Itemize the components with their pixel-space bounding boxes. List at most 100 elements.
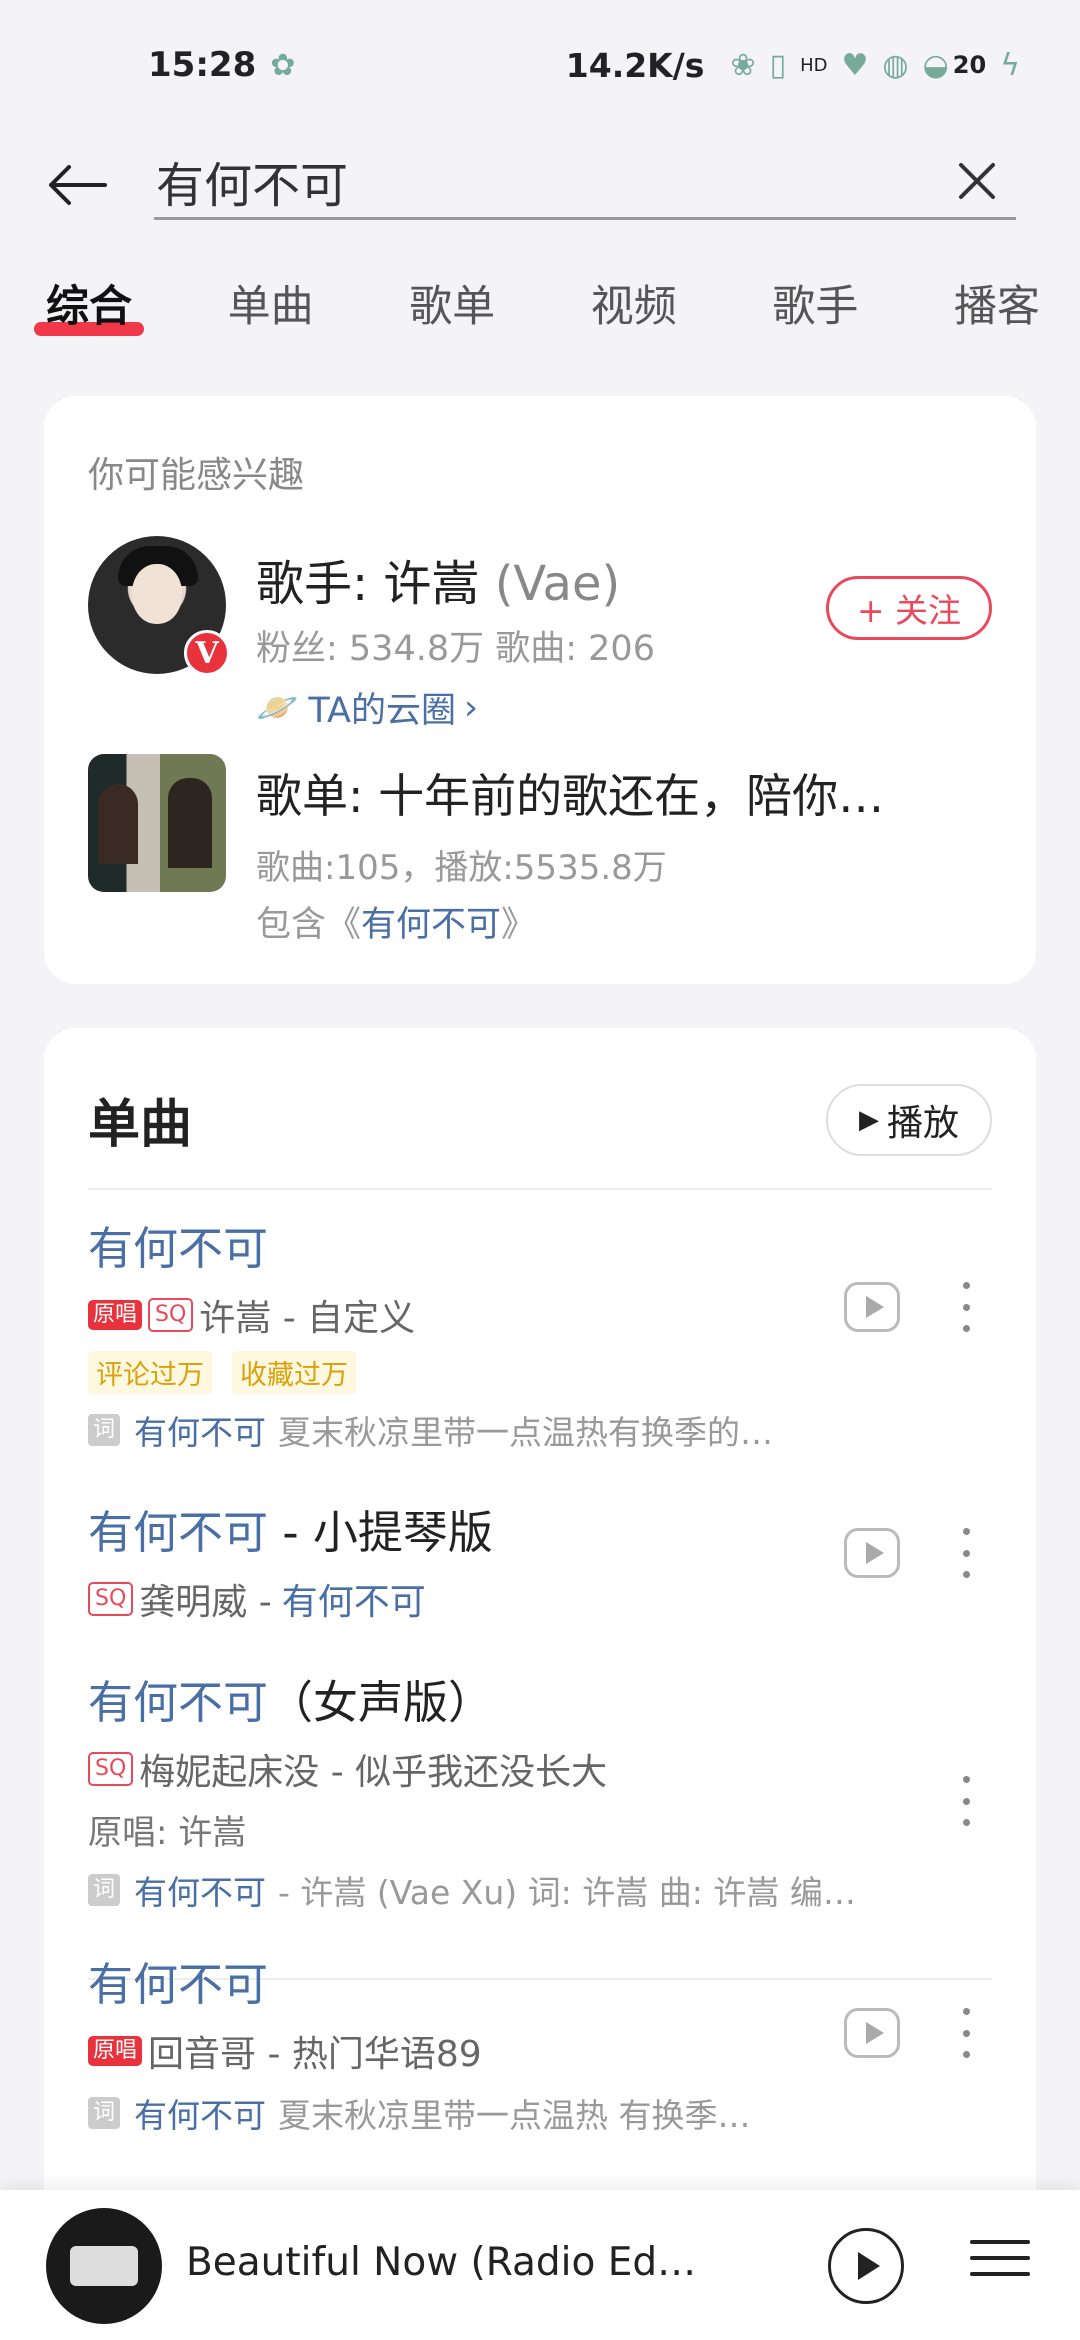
dot xyxy=(962,1325,970,1332)
clear-search-button[interactable] xyxy=(942,146,1012,216)
lyric-tag-icon: 词 xyxy=(88,1414,120,1446)
lyric-tag-icon: 词 xyxy=(88,2097,120,2129)
song-album: 有何不可 xyxy=(281,1582,426,1623)
song-row[interactable]: 有何不可 - 小提琴版 SQ 龚明威 - 有何不可 xyxy=(88,1496,992,1625)
tab-comprehensive[interactable]: 综合 xyxy=(34,266,144,340)
notification-icon: ✿ xyxy=(270,47,296,83)
tab-artists[interactable]: 歌手 xyxy=(768,266,862,340)
artist-name: 歌手: 许嵩 xyxy=(256,556,480,612)
back-button[interactable] xyxy=(42,150,112,220)
dot xyxy=(962,2008,970,2015)
song-artist-album: 梅妮起床没 - 似乎我还没长大 xyxy=(139,1752,608,1793)
now-playing-title[interactable]: Beautiful Now (Radio Edit)... xyxy=(186,2240,706,2285)
song-meta: SQ 龚明威 - 有何不可 xyxy=(88,1573,992,1625)
artist-avatar[interactable]: V xyxy=(88,536,230,676)
tab-singles[interactable]: 单曲 xyxy=(224,266,318,340)
lyric-snippet: 词 有何不可 夏末秋凉里带一点温热有换季的… xyxy=(88,1406,992,1454)
back-arrow-icon xyxy=(49,165,107,205)
follow-button[interactable]: + 关注 xyxy=(826,576,992,640)
song-title: 有何不可（女声版） xyxy=(88,1666,992,1731)
song-row[interactable]: 有何不可（女声版） SQ 梅妮起床没 - 似乎我还没长大 原唱: 许嵩 词 有何… xyxy=(88,1666,992,1914)
cover-figure-right xyxy=(168,778,212,868)
ta-cloud-label: TA的云圈 xyxy=(308,691,456,731)
frog-icon: ❀ xyxy=(730,47,756,83)
lyric-text: - 许嵩 (Vae Xu) 词: 许嵩 曲: 许嵩 编… xyxy=(278,1873,856,1912)
song-badges: 评论过万 收藏过万 xyxy=(88,1351,992,1394)
dot xyxy=(962,1549,970,1557)
include-suffix: 》 xyxy=(501,905,537,945)
lyric-key: 有何不可 xyxy=(134,1413,266,1452)
more-options-button[interactable] xyxy=(956,1282,976,1332)
cover-figure-left xyxy=(98,784,138,864)
playlist-cover[interactable] xyxy=(88,754,226,892)
singles-card: 单曲 ▶ 播放 有何不可 原唱 SQ 许嵩 - 自定义 评论过万 收藏过万 词 … xyxy=(44,1028,1036,2318)
dot xyxy=(962,2029,970,2037)
comments-badge: 评论过万 xyxy=(88,1351,212,1394)
playlist-includes: 包含《有何不可》 xyxy=(256,896,536,947)
song-play-button[interactable] xyxy=(844,1528,900,1578)
song-play-button[interactable] xyxy=(844,2008,900,2058)
result-tabs: 综合 单曲 歌单 视频 歌手 播客 xyxy=(0,258,1080,348)
artist-title[interactable]: 歌手: 许嵩 (Vae) xyxy=(256,544,620,614)
tab-videos[interactable]: 视频 xyxy=(587,266,681,340)
interest-card: 你可能感兴趣 V 歌手: 许嵩 (Vae) 粉丝: 534.8万 歌曲: 206… xyxy=(44,396,1036,984)
chevron-right-icon: › xyxy=(463,687,478,728)
song-artist-album: 回音哥 - 热门华语89 xyxy=(148,2034,482,2075)
interest-hint: 你可能感兴趣 xyxy=(88,455,305,496)
search-query[interactable]: 有何不可 xyxy=(154,146,942,216)
original-singer: 原唱: 许嵩 xyxy=(88,1813,247,1853)
tab-playlists[interactable]: 歌单 xyxy=(405,266,499,340)
more-options-button[interactable] xyxy=(956,1776,976,1826)
dot xyxy=(962,1528,970,1535)
playlist-queue-icon[interactable] xyxy=(970,2240,1030,2290)
song-title-key: 有何不可 xyxy=(88,1506,269,1559)
wifi-icon: ♥ xyxy=(841,47,869,83)
lyric-snippet: 词 有何不可 - 许嵩 (Vae Xu) 词: 许嵩 曲: 许嵩 编… xyxy=(88,1866,992,1914)
tab-podcasts[interactable]: 播客 xyxy=(950,266,1044,340)
network-speed: 14.2K/s xyxy=(565,45,705,85)
lyric-text: 夏末秋凉里带一点温热有换季的… xyxy=(278,1413,773,1452)
song-meta: SQ 梅妮起床没 - 似乎我还没长大 xyxy=(88,1743,992,1795)
close-icon xyxy=(959,162,995,199)
more-options-button[interactable] xyxy=(956,1528,976,1578)
lyric-snippet: 词 有何不可 夏末秋凉里带一点温热 有换季… xyxy=(88,2089,992,2137)
mini-play-button[interactable] xyxy=(828,2228,904,2304)
play-icon xyxy=(865,1542,884,1564)
avatar-face xyxy=(132,564,182,624)
lyric-tag-icon: 词 xyxy=(88,1874,120,1906)
song-row[interactable]: 有何不可 原唱 回音哥 - 热门华语89 词 有何不可 夏末秋凉里带一点温热 有… xyxy=(88,1948,992,2137)
artist-alias: (Vae) xyxy=(494,556,621,612)
song-title-key: 有何不可 xyxy=(88,1676,269,1729)
artist-stats: 粉丝: 534.8万 歌曲: 206 xyxy=(256,629,655,669)
planet-icon: 🪐 xyxy=(256,687,299,728)
charging-icon: ϟ xyxy=(1000,47,1020,83)
sq-tag: SQ xyxy=(148,1298,194,1332)
song-row[interactable]: 有何不可 原唱 SQ 许嵩 - 自定义 评论过万 收藏过万 词 有何不可 夏末秋… xyxy=(88,1212,992,1454)
more-options-button[interactable] xyxy=(956,2008,976,2058)
battery-icon: ◒ xyxy=(922,47,949,83)
singles-section-title: 单曲 xyxy=(88,1095,193,1155)
favorites-badge: 收藏过万 xyxy=(232,1351,356,1394)
line xyxy=(970,2272,1030,2276)
cover-art xyxy=(70,2246,138,2286)
dot xyxy=(962,1797,970,1805)
status-time: 15:28 xyxy=(148,45,257,85)
now-playing-cover[interactable] xyxy=(46,2208,162,2324)
line xyxy=(970,2256,1030,2260)
original-tag: 原唱 xyxy=(88,1300,143,1330)
mini-player[interactable]: Beautiful Now (Radio Edit)... xyxy=(0,2190,1080,2340)
lyric-text: 夏末秋凉里带一点温热 有换季… xyxy=(278,2096,751,2135)
dot xyxy=(962,1303,970,1311)
play-icon: ▶ xyxy=(858,1105,879,1135)
play-icon xyxy=(865,1296,884,1318)
status-bar: 15:28 ✿ 14.2K/s ❀ ▯ HD ♥ ◍ ◒ 20 ϟ xyxy=(0,0,1080,130)
play-all-button[interactable]: ▶ 播放 xyxy=(826,1084,992,1156)
search-input[interactable]: 有何不可 xyxy=(154,144,1016,220)
song-play-button[interactable] xyxy=(844,1282,900,1332)
ta-cloud-link[interactable]: 🪐 TA的云圈 › xyxy=(256,682,478,733)
play-icon xyxy=(865,2022,884,2044)
divider xyxy=(88,1188,992,1190)
play-all-label: 播放 xyxy=(886,1103,959,1144)
song-title-rest: （女声版） xyxy=(268,1676,494,1729)
playlist-title[interactable]: 歌单: 十年前的歌还在，陪你… xyxy=(256,760,976,826)
